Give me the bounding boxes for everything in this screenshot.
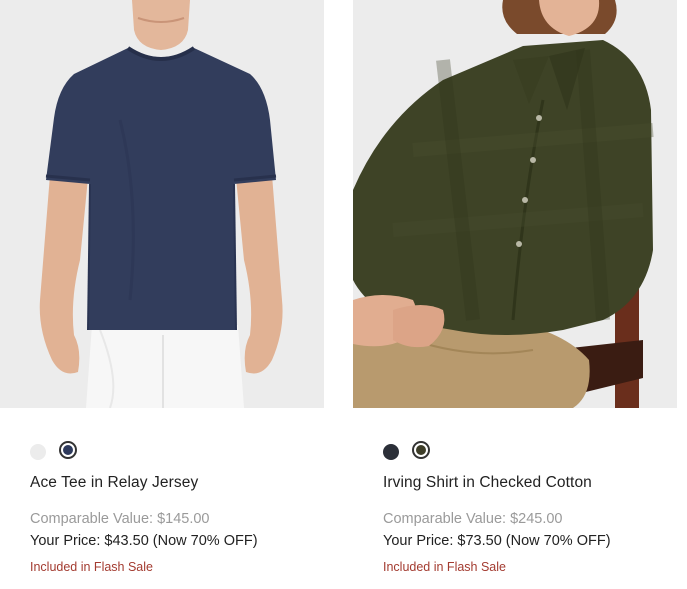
flash-sale-tag: Included in Flash Sale bbox=[30, 560, 153, 574]
product-title[interactable]: Irving Shirt in Checked Cotton bbox=[383, 474, 592, 492]
navy-tee-photo bbox=[0, 0, 324, 408]
swatch-white[interactable] bbox=[30, 444, 46, 460]
your-price: Your Price: $43.50 (Now 70% OFF) bbox=[30, 533, 258, 549]
swatch-olive[interactable] bbox=[412, 441, 430, 459]
comparable-value: Comparable Value: $145.00 bbox=[30, 511, 210, 527]
swatch-navy[interactable] bbox=[59, 441, 77, 459]
swatch-charcoal[interactable] bbox=[383, 444, 399, 460]
olive-shirt-photo bbox=[353, 0, 677, 408]
product-image-navy-tee[interactable] bbox=[0, 0, 324, 408]
product-card[interactable]: Ace Tee in Relay Jersey Comparable Value… bbox=[0, 0, 324, 574]
color-swatches bbox=[30, 441, 77, 460]
comparable-value: Comparable Value: $245.00 bbox=[383, 511, 563, 527]
color-swatches bbox=[383, 441, 430, 460]
product-title[interactable]: Ace Tee in Relay Jersey bbox=[30, 474, 198, 492]
product-card[interactable]: Irving Shirt in Checked Cotton Comparabl… bbox=[353, 0, 677, 574]
flash-sale-tag: Included in Flash Sale bbox=[383, 560, 506, 574]
product-image-olive-shirt[interactable] bbox=[353, 0, 677, 408]
your-price: Your Price: $73.50 (Now 70% OFF) bbox=[383, 533, 611, 549]
